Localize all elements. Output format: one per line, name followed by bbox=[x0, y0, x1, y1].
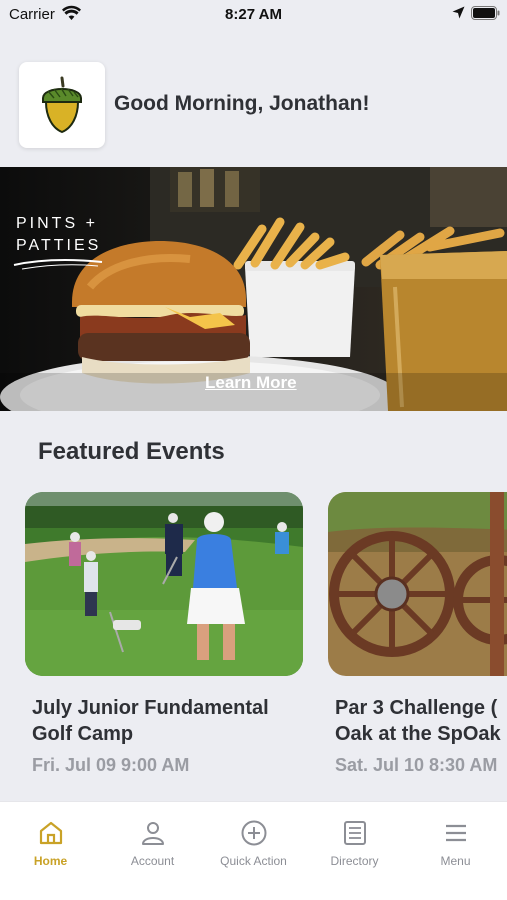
featured-events-heading: Featured Events bbox=[38, 438, 225, 465]
tab-account[interactable]: Account bbox=[102, 820, 203, 880]
acorn-icon bbox=[42, 76, 82, 134]
banner-brand-line1: PINTS + bbox=[16, 215, 98, 232]
home-icon bbox=[39, 821, 62, 845]
greeting-text: Good Morning, Jonathan! bbox=[114, 92, 370, 115]
tab-account-label: Account bbox=[130, 854, 175, 868]
home-screen: Carrier 8:27 AM Good Morning, Jonathan! bbox=[0, 0, 507, 900]
status-time: 8:27 AM bbox=[225, 6, 282, 23]
tab-quick-action-label: Quick Action bbox=[220, 854, 287, 868]
person-icon bbox=[141, 822, 164, 845]
tab-menu-label: Menu bbox=[440, 854, 471, 868]
event-image-par3-challenge bbox=[328, 492, 507, 676]
status-bar: Carrier 8:27 AM bbox=[0, 0, 507, 30]
event-date: Sat. Jul 10 8:30 AM bbox=[335, 755, 498, 775]
tab-home-label: Home bbox=[33, 854, 68, 868]
learn-more-link[interactable]: Learn More bbox=[205, 373, 297, 393]
location-arrow-icon bbox=[452, 6, 465, 19]
list-icon bbox=[343, 821, 366, 845]
event-title: Par 3 Challenge ( Oak at the SpOak bbox=[335, 697, 501, 745]
bottom-tab-bar: Home Account Quick Action Directory Menu bbox=[0, 801, 507, 900]
banner-brand: PINTS + PATTIES bbox=[16, 213, 101, 257]
event-card[interactable]: Par 3 Challenge ( Oak at the SpOak Sat. … bbox=[328, 492, 507, 776]
event-title: July Junior Fundamental Golf Camp bbox=[32, 697, 269, 745]
golf-camp-photo bbox=[25, 492, 303, 676]
event-image-golf-camp bbox=[25, 492, 303, 676]
hamburger-icon bbox=[445, 824, 466, 842]
tab-quick-action[interactable]: Quick Action bbox=[203, 820, 304, 880]
battery-icon bbox=[471, 6, 500, 20]
promo-banner[interactable]: PINTS + PATTIES Learn More bbox=[0, 167, 507, 411]
tab-directory-label: Directory bbox=[330, 854, 379, 868]
plus-circle-icon bbox=[241, 820, 266, 846]
event-date: Fri. Jul 09 9:00 AM bbox=[32, 755, 190, 775]
brand-swash-decoration bbox=[13, 259, 103, 270]
tab-home[interactable]: Home bbox=[0, 820, 101, 880]
tab-directory[interactable]: Directory bbox=[304, 820, 405, 880]
event-card[interactable]: July Junior Fundamental Golf Camp Fri. J… bbox=[25, 492, 303, 776]
club-logo bbox=[19, 62, 105, 148]
banner-brand-line2: PATTIES bbox=[16, 237, 102, 254]
wagon-wheel-photo bbox=[328, 492, 507, 676]
tab-menu[interactable]: Menu bbox=[405, 820, 506, 880]
